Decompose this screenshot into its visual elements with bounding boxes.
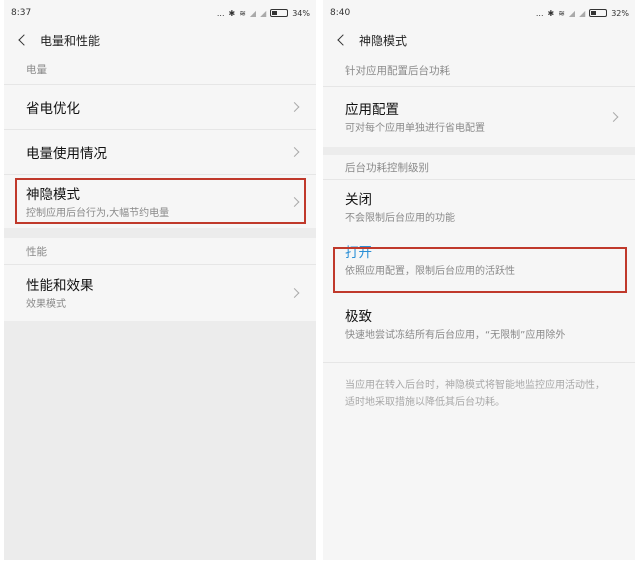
signal-icon: ◢ — [579, 8, 586, 18]
option-off[interactable]: 关闭 不会限制后台应用的功能 — [323, 180, 635, 234]
wifi-icon: ≋ — [558, 8, 565, 18]
option-extreme[interactable]: 极致 快速地尝试冻结所有后台应用，“无限制”应用除外 — [323, 286, 635, 362]
battery-icon — [589, 9, 608, 17]
page-title: 神隐模式 — [359, 33, 408, 48]
signal-icon: ◢ — [568, 8, 576, 18]
page-title: 电量和性能 — [40, 33, 101, 48]
wifi-icon: ≋ — [239, 8, 246, 18]
highlight-box — [15, 178, 306, 224]
section-header-control-level: 后台功耗控制级别 — [345, 161, 429, 174]
signal-icon: ◢ — [260, 8, 267, 18]
battery-percent: 32% — [611, 8, 629, 18]
battery-icon — [270, 9, 289, 17]
option-subtitle: 快速地尝试冻结所有后台应用，“无限制”应用除外 — [345, 330, 566, 341]
status-dots: ... — [216, 8, 225, 18]
title-bar: 神隐模式 — [323, 26, 635, 54]
item-title: 应用配置 — [345, 102, 399, 118]
list-item-app-config[interactable]: 应用配置 可对每个应用单独进行省电配置 — [323, 87, 635, 147]
left-screen: 8:37 ... ✱ ≋ ◢ ◢ 34% 电量和性能 电量 省电优化 电量使用情… — [4, 0, 316, 560]
status-dots: ... — [535, 8, 544, 18]
item-subtitle: 可对每个应用单独进行省电配置 — [345, 123, 485, 134]
bluetooth-icon: ✱ — [547, 8, 555, 18]
title-bar: 电量和性能 — [4, 26, 316, 54]
back-arrow-icon[interactable] — [337, 34, 349, 46]
right-screen: 8:40 ... ✱ ≋ ◢ ◢ 32% 神隐模式 针对应用配置后台功耗 应用配… — [323, 0, 635, 560]
list-item-power-saving[interactable]: 省电优化 — [4, 85, 316, 129]
empty-area — [4, 321, 316, 560]
option-title: 关闭 — [345, 192, 372, 208]
option-title: 极致 — [345, 309, 372, 325]
status-bar: 8:37 ... ✱ ≋ ◢ ◢ 34% — [4, 0, 316, 26]
list-item-performance[interactable]: 性能和效果 效果模式 — [4, 265, 316, 321]
section-header-performance: 性能 — [26, 245, 47, 258]
section-header-app-config: 针对应用配置后台功耗 — [345, 64, 450, 77]
battery-percent: 34% — [292, 8, 310, 18]
item-title: 电量使用情况 — [26, 146, 107, 162]
highlight-box — [333, 247, 627, 293]
item-subtitle: 效果模式 — [26, 299, 66, 310]
status-time: 8:40 — [330, 8, 351, 18]
status-bar: 8:40 ... ✱ ≋ ◢ ◢ 32% — [323, 0, 635, 26]
status-icons: ... ✱ ≋ ◢ ◢ 34% — [217, 9, 310, 18]
section-header-battery: 电量 — [26, 63, 47, 76]
item-title: 性能和效果 — [26, 278, 94, 294]
status-time: 8:37 — [11, 8, 32, 18]
option-subtitle: 不会限制后台应用的功能 — [345, 213, 455, 224]
signal-icon: ◢ — [249, 8, 257, 18]
back-arrow-icon[interactable] — [18, 34, 30, 46]
description-note: 当应用在转入后台时，神隐模式将智能地监控应用活动性，适时地采取措施以降低其后台功… — [345, 380, 605, 408]
item-title: 省电优化 — [26, 101, 80, 117]
bluetooth-icon: ✱ — [228, 8, 236, 18]
status-icons: ... ✱ ≋ ◢ ◢ 32% — [536, 9, 629, 18]
list-item-battery-usage[interactable]: 电量使用情况 — [4, 130, 316, 174]
